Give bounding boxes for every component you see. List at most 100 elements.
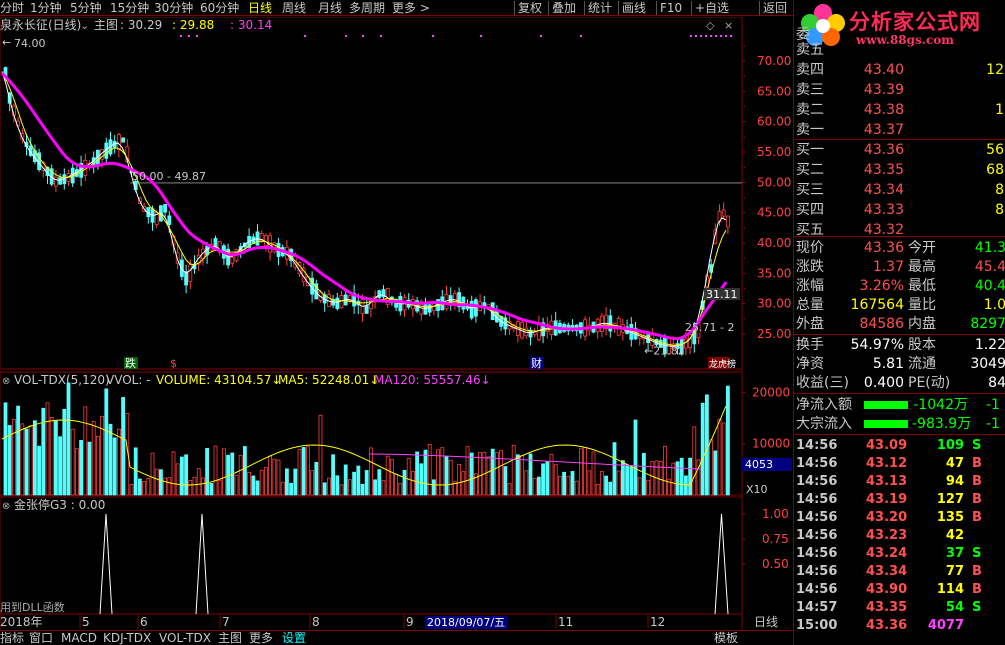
bottom-tab-4[interactable]: VOL-TDX	[159, 631, 211, 645]
vol-axis-label: 20000	[752, 385, 790, 399]
vol-volume: VOLUME: 43104.57↓	[156, 373, 281, 387]
volume-bar	[364, 470, 369, 496]
tab-2[interactable]: 5分钟	[70, 0, 102, 16]
tab-4[interactable]: 30分钟	[154, 0, 193, 16]
tab-10[interactable]: 更多 >	[392, 0, 430, 16]
signal-dot	[700, 35, 702, 37]
bid-label: 买三	[796, 182, 824, 198]
chart-area[interactable]: 70.00 65.00 60.00 55.00 50.00 45.00 40.00 35.00…	[0, 16, 793, 645]
stat-value: 5.81	[872, 356, 904, 372]
stat-row: 外盘 84586 内盘 8297	[794, 314, 1005, 334]
tab-8[interactable]: 月线	[318, 0, 342, 16]
bid-row[interactable]: 买五 43.32	[794, 220, 1005, 240]
volume-bar	[427, 443, 432, 496]
tick-volume: 114	[936, 582, 964, 597]
flow-label: 大宗流入	[796, 416, 852, 432]
bid-row[interactable]: 买四 43.33 8	[794, 200, 1005, 220]
volume-bar	[524, 470, 529, 496]
tick-side: B	[972, 474, 982, 489]
tick-time: 14:56	[796, 492, 838, 507]
ask-row[interactable]: 卖五	[794, 40, 1005, 60]
tab-7[interactable]: 周线	[282, 0, 306, 16]
volume-bar	[394, 473, 399, 496]
volume-bar	[356, 465, 361, 496]
close-icon[interactable]: ×	[724, 19, 733, 32]
volume-bar	[331, 454, 336, 496]
stat-label: 股本	[908, 337, 936, 353]
bid-row[interactable]: 买二 43.35 68	[794, 160, 1005, 180]
tab-0[interactable]: 分时	[0, 0, 24, 16]
cursor-date: 2018/09/07/五	[427, 616, 505, 629]
volume-bar	[398, 482, 403, 496]
tab-3[interactable]: 15分钟	[110, 0, 149, 16]
toolbar-button-0[interactable]: 复权	[518, 0, 542, 16]
tick-time: 14:56	[796, 510, 838, 525]
bottom-tab-2[interactable]: MACD	[61, 631, 97, 645]
stat-label: 量比	[908, 297, 936, 313]
stat-label: 收益(三)	[796, 375, 849, 391]
chevron-down-icon[interactable]: ⌄	[80, 19, 89, 32]
stat-row: 收益(三) 0.400 PE(动) 84	[794, 373, 1005, 393]
tick-price: 43.34	[866, 564, 908, 579]
toolbar-button-3[interactable]: 画线	[622, 0, 646, 16]
ask-price: 43.37	[863, 122, 904, 138]
ask-row[interactable]: 卖三 43.39	[794, 80, 1005, 100]
volume-bar	[75, 448, 79, 496]
template-button[interactable]: 模板	[714, 631, 738, 645]
volume-bar	[709, 439, 713, 496]
bottom-tab-6[interactable]: 更多	[249, 631, 273, 645]
ask-label: 卖三	[796, 82, 824, 98]
toolbar-button-6[interactable]: 返回	[763, 0, 787, 16]
stat-label: 流通	[908, 356, 936, 372]
stat-value: 84586	[859, 316, 904, 332]
bottom-tab-1[interactable]: 窗口	[29, 631, 53, 645]
price-axis-label: 60.00	[757, 115, 791, 129]
header-value-2: : 29.88	[172, 18, 214, 32]
tab-1[interactable]: 1分钟	[30, 0, 62, 16]
diamond-icon[interactable]: ◇	[706, 19, 715, 32]
stat-label: 总量	[796, 297, 824, 313]
bottom-tab-5[interactable]: 主图	[218, 631, 242, 645]
tick-price: 43.13	[866, 474, 908, 489]
tab-9[interactable]: 多周期	[349, 0, 385, 16]
tick-row: 14:56 43.09 109 S	[794, 437, 1005, 455]
volume-bar	[217, 479, 222, 496]
volume-bar	[431, 479, 436, 496]
bottom-tab-0[interactable]: 指标	[0, 631, 24, 645]
volume-bar	[713, 450, 718, 496]
volume-bar	[591, 451, 596, 496]
stat-value: 8297	[970, 316, 1005, 332]
bid-row[interactable]: 买一 43.36 56	[794, 140, 1005, 160]
ask-row[interactable]: 卖四 43.40 12	[794, 60, 1005, 80]
volume-bar	[45, 402, 50, 496]
ask-row[interactable]: 卖一 43.37	[794, 120, 1005, 140]
tick-row: 14:56 43.19 127 B	[794, 491, 1005, 509]
bid-row[interactable]: 买三 43.34 8	[794, 180, 1005, 200]
volume-bar	[108, 423, 113, 496]
tick-volume: 94	[945, 474, 964, 489]
toolbar-button-2[interactable]: 统计	[588, 0, 612, 16]
tick-volume: 135	[936, 510, 964, 525]
bottom-tab-7[interactable]: 设置	[282, 631, 306, 645]
volume-bar	[726, 385, 730, 496]
volume-bar	[209, 482, 214, 496]
toolbar-button-1[interactable]: 叠加	[552, 0, 576, 16]
close-icon[interactable]: ⊗	[2, 376, 10, 387]
tick-volume: 127	[936, 492, 964, 507]
ask-row[interactable]: 卖二 43.38 1	[794, 100, 1005, 120]
tab-6[interactable]: 日线	[248, 0, 272, 16]
bottom-tab-3[interactable]: KDJ-TDX	[103, 631, 151, 645]
tab-5[interactable]: 60分钟	[200, 0, 239, 16]
close-icon[interactable]: ⊗	[2, 501, 10, 512]
ask-volume: 12	[986, 62, 1004, 78]
chart-canvas[interactable]: 70.00 65.00 60.00 55.00 50.00 45.00 40.00 35.00…	[0, 16, 793, 630]
ask-price: 43.40	[863, 62, 904, 78]
price-axis-label: 40.00	[757, 236, 791, 250]
tick-volume: 4077	[927, 618, 964, 633]
low-right-label: 25.71 - 2	[685, 321, 734, 334]
volume-bar	[520, 455, 524, 496]
toolbar-button-5[interactable]: +自选	[695, 0, 729, 16]
bid-label: 买四	[796, 202, 824, 218]
volume-bar	[196, 468, 201, 496]
toolbar-button-4[interactable]: F10	[660, 0, 682, 16]
